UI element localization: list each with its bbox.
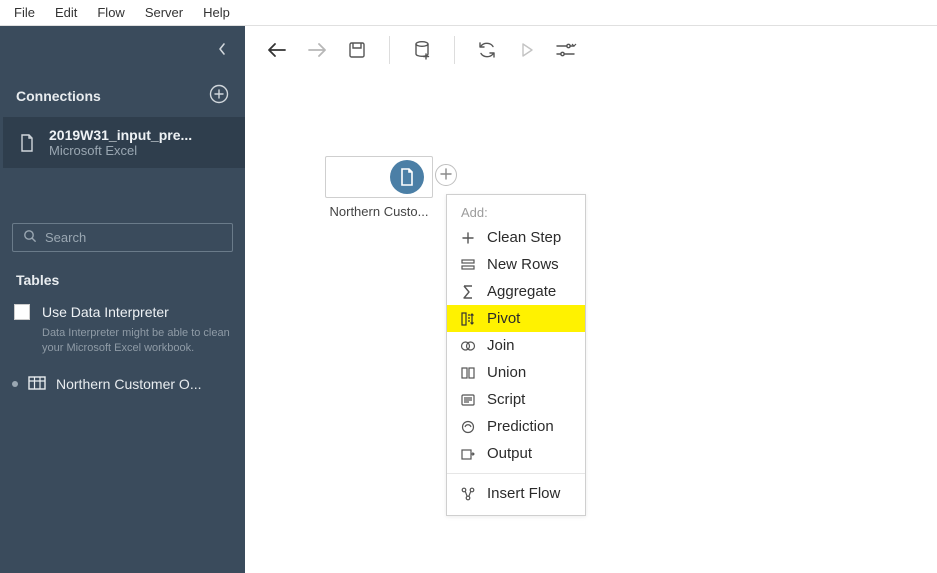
search-box[interactable] [12, 223, 233, 252]
menu-item-clean-step[interactable]: Clean Step [447, 224, 585, 251]
output-icon [459, 447, 477, 461]
settings-sliders-button[interactable] [553, 36, 581, 64]
menu-label: Script [487, 391, 525, 408]
bullet-icon [12, 381, 18, 387]
menu-label: New Rows [487, 256, 559, 273]
menu-separator [447, 473, 585, 474]
menu-file[interactable]: File [4, 2, 45, 23]
toolbar-divider-2 [454, 36, 455, 64]
add-connection-icon[interactable] [209, 84, 229, 107]
prediction-icon [459, 420, 477, 434]
plus-icon [459, 232, 477, 244]
pivot-icon [459, 312, 477, 326]
menu-item-output[interactable]: Output [447, 440, 585, 467]
join-icon [459, 340, 477, 352]
menu-edit[interactable]: Edit [45, 2, 87, 23]
add-step-button[interactable] [435, 164, 457, 186]
menu-label: Clean Step [487, 229, 561, 246]
menu-label: Aggregate [487, 283, 556, 300]
menu-bar: File Edit Flow Server Help [0, 0, 937, 26]
table-name: Northern Customer O... [56, 376, 202, 392]
canvas[interactable]: Northern Custo... Add: Clean Step New Ro… [245, 26, 937, 573]
connection-subtitle: Microsoft Excel [49, 143, 192, 158]
connections-label: Connections [16, 88, 101, 104]
back-button[interactable] [263, 36, 291, 64]
menu-item-new-rows[interactable]: New Rows [447, 251, 585, 278]
search-wrap [0, 223, 245, 264]
menu-item-join[interactable]: Join [447, 332, 585, 359]
data-interpreter-row[interactable]: Use Data Interpreter [0, 298, 245, 324]
menu-item-union[interactable]: Union [447, 359, 585, 386]
menu-label: Insert Flow [487, 485, 560, 502]
add-menu-header: Add: [447, 201, 585, 224]
menu-label: Prediction [487, 418, 554, 435]
script-icon [459, 394, 477, 406]
tables-label: Tables [0, 264, 245, 298]
save-button[interactable] [343, 36, 371, 64]
menu-help[interactable]: Help [193, 2, 240, 23]
union-icon [459, 367, 477, 379]
menu-label: Pivot [487, 310, 520, 327]
data-interpreter-hint: Data Interpreter might be able to clean … [0, 324, 245, 368]
sidebar: Connections 2019W31_input_pre... Microso… [0, 26, 245, 573]
menu-item-pivot[interactable]: Pivot [447, 305, 585, 332]
data-interpreter-label: Use Data Interpreter [42, 304, 169, 320]
toolbar [245, 26, 937, 74]
table-icon [28, 376, 46, 393]
flow-node-box[interactable] [325, 156, 433, 198]
file-icon [17, 133, 37, 153]
connection-item[interactable]: 2019W31_input_pre... Microsoft Excel [0, 117, 245, 168]
main-layout: Connections 2019W31_input_pre... Microso… [0, 26, 937, 573]
search-input[interactable] [45, 230, 222, 245]
search-icon [23, 229, 37, 246]
menu-label: Output [487, 445, 532, 462]
forward-button[interactable] [303, 36, 331, 64]
sigma-icon [459, 285, 477, 299]
menu-item-script[interactable]: Script [447, 386, 585, 413]
menu-item-prediction[interactable]: Prediction [447, 413, 585, 440]
connections-header: Connections [0, 74, 245, 117]
flow-node-label: Northern Custo... [325, 204, 433, 219]
chevron-left-icon [217, 42, 227, 59]
run-button[interactable] [513, 36, 541, 64]
menu-flow[interactable]: Flow [87, 2, 134, 23]
plus-icon [440, 167, 452, 184]
refresh-button[interactable] [473, 36, 501, 64]
table-item[interactable]: Northern Customer O... [0, 368, 245, 401]
sidebar-spacer [0, 168, 245, 223]
menu-server[interactable]: Server [135, 2, 193, 23]
insert-flow-icon [459, 487, 477, 501]
data-source-button[interactable] [408, 36, 436, 64]
add-step-menu: Add: Clean Step New Rows Aggregate [446, 194, 586, 516]
connection-texts: 2019W31_input_pre... Microsoft Excel [49, 127, 192, 158]
toolbar-divider [389, 36, 390, 64]
menu-item-aggregate[interactable]: Aggregate [447, 278, 585, 305]
connection-title: 2019W31_input_pre... [49, 127, 192, 143]
menu-label: Union [487, 364, 526, 381]
data-source-node-icon [390, 160, 424, 194]
menu-label: Join [487, 337, 515, 354]
sidebar-collapse[interactable] [0, 26, 245, 74]
flow-node[interactable]: Northern Custo... [325, 156, 433, 219]
data-interpreter-checkbox[interactable] [14, 304, 30, 320]
rows-icon [459, 259, 477, 271]
menu-item-insert-flow[interactable]: Insert Flow [447, 480, 585, 507]
